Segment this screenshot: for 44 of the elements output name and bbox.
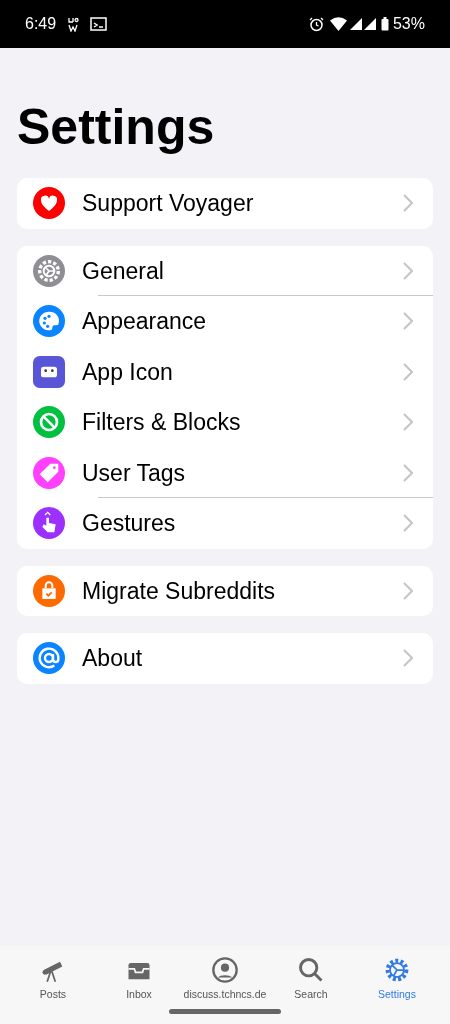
tab[interactable]: discuss.tchncs.de (182, 956, 268, 1006)
chevron-right-icon (403, 261, 413, 280)
tab[interactable]: Search (268, 956, 354, 1006)
settings-row[interactable]: About (17, 633, 433, 684)
settings-row[interactable]: Filters & Blocks (17, 397, 433, 448)
chevron-right-icon (403, 362, 413, 381)
settings-icon (383, 956, 411, 984)
wifi-icon (329, 17, 347, 31)
tab[interactable]: Inbox (96, 956, 182, 1006)
chevron-right-icon (403, 194, 413, 213)
signal-icon (363, 18, 376, 30)
page-title: Settings (17, 102, 216, 152)
settings-row[interactable]: Gestures (17, 498, 433, 549)
profile-icon (211, 956, 239, 984)
signal-icon (349, 18, 362, 30)
chevron-right-icon (403, 581, 413, 600)
row-label: About (82, 644, 144, 673)
alarm-icon (308, 16, 324, 32)
row-label: Support Voyager (82, 189, 255, 218)
chevron-right-icon (403, 312, 413, 331)
tab[interactable]: Settings (354, 956, 440, 1006)
clock-time: 6:49 (25, 14, 57, 34)
settings-row[interactable]: Migrate Subreddits (17, 565, 433, 616)
settings-row[interactable]: Appearance (17, 296, 433, 347)
chevron-right-icon (403, 413, 413, 432)
row-label: General (82, 256, 165, 286)
settings-row[interactable]: App Icon (17, 346, 433, 397)
battery-percentage: 53% (392, 14, 425, 34)
settings-row[interactable]: User Tags (17, 447, 433, 498)
row-label: Migrate Subreddits (82, 576, 277, 606)
settings-row[interactable]: Support Voyager (17, 178, 433, 229)
row-label: Gestures (82, 509, 177, 538)
row-label: App Icon (82, 357, 174, 387)
search-icon (297, 956, 325, 984)
settings-row[interactable]: General (17, 245, 433, 296)
chevron-right-icon (403, 514, 413, 533)
row-label: Filters & Blocks (82, 408, 242, 437)
image-icon (90, 16, 108, 32)
row-label: Appearance (82, 307, 208, 336)
chevron-right-icon (403, 649, 413, 668)
chevron-right-icon (403, 463, 413, 482)
tab[interactable]: Posts (10, 956, 96, 1006)
row-label: User Tags (82, 458, 187, 488)
battery-icon (380, 17, 389, 31)
